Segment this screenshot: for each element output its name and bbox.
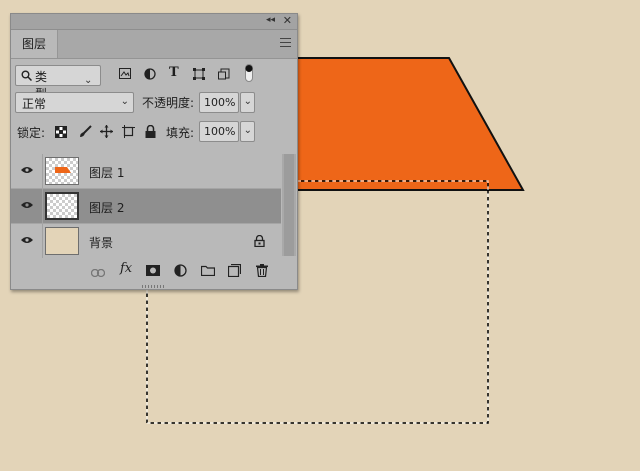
adjustment-filter-icon[interactable]: [144, 68, 156, 80]
layers-scrollbar[interactable]: [282, 154, 296, 256]
opacity-input[interactable]: 100%: [199, 92, 239, 113]
lock-label: 锁定:: [17, 126, 46, 140]
type-filter-icon[interactable]: T: [169, 65, 181, 80]
lock-artboard-icon[interactable]: [122, 125, 135, 141]
filter-toggle-icon[interactable]: [245, 64, 253, 82]
fill-label: 填充:: [166, 126, 195, 140]
layer-thumbnail: [45, 157, 79, 185]
chevron-down-icon: ⌄: [120, 96, 129, 107]
opacity-dropdown-button[interactable]: ⌄: [240, 92, 255, 113]
panel-titlebar[interactable]: ◂◂ ✕: [11, 14, 297, 30]
eye-icon: [21, 202, 33, 208]
layer-row-background[interactable]: 背景: [11, 224, 281, 258]
layer-row-layer-2[interactable]: 图层 2: [11, 189, 281, 224]
layer-name: 图层 2: [89, 201, 125, 215]
lock-icon: [254, 235, 265, 247]
scrollbar-thumb[interactable]: [284, 154, 294, 256]
layer-name: 图层 1: [89, 166, 125, 180]
trash-icon[interactable]: [256, 264, 268, 280]
visibility-toggle[interactable]: [11, 154, 43, 188]
visibility-toggle[interactable]: [11, 189, 43, 223]
lock-image-pixels-icon[interactable]: [79, 125, 92, 141]
panel-menu-icon[interactable]: [280, 38, 291, 47]
opacity-label: 不透明度:: [142, 96, 195, 110]
layers-list: 图层 1 图层 2 背景: [11, 154, 281, 258]
filter-kind-label: 类型: [35, 70, 48, 101]
fill-value: 100%: [204, 125, 236, 138]
close-panel-icon[interactable]: ✕: [283, 14, 292, 27]
eye-icon: [21, 237, 33, 243]
orange-trapezoid-shape: [259, 57, 525, 191]
shape-filter-icon[interactable]: [193, 68, 205, 80]
fill-dropdown-button[interactable]: ⌄: [240, 121, 255, 142]
layer-thumbnail: [45, 227, 79, 255]
layer-name: 背景: [89, 236, 114, 250]
link-icon[interactable]: [90, 266, 106, 280]
search-icon: [21, 70, 32, 81]
smart-object-filter-icon[interactable]: [218, 68, 230, 80]
lock-row: 锁定: 填充: 100% ⌄: [11, 119, 297, 149]
layer-row-layer-1[interactable]: 图层 1: [11, 154, 281, 189]
lock-position-icon[interactable]: [100, 125, 113, 141]
visibility-toggle[interactable]: [11, 224, 43, 258]
filter-kind-select[interactable]: 类型 ⌄: [15, 65, 101, 101]
fx-icon[interactable]: fx: [120, 261, 132, 276]
layers-bottom-toolbar: fx: [11, 257, 297, 285]
blend-row: 正常 ⌄ 不透明度: 100% ⌄: [11, 90, 297, 119]
fill-input[interactable]: 100%: [199, 121, 239, 142]
filter-row: 类型 ⌄ T: [11, 59, 297, 101]
folder-icon[interactable]: [200, 265, 216, 279]
lock-all-icon[interactable]: [145, 124, 156, 141]
collapse-panel-icon[interactable]: ◂◂: [266, 15, 275, 25]
chevron-down-icon: ⌄: [243, 125, 252, 136]
new-layer-icon[interactable]: [227, 263, 242, 280]
adjustment-layer-icon[interactable]: [174, 264, 187, 280]
blend-mode-value: 正常: [22, 97, 47, 111]
chevron-down-icon: ⌄: [243, 96, 252, 107]
layers-panel: ◂◂ ✕ 图层 类型 ⌄ T: [10, 13, 298, 290]
opacity-value: 100%: [204, 96, 236, 109]
layer-thumbnail: [45, 192, 79, 220]
resize-grip[interactable]: [142, 285, 164, 288]
mask-icon[interactable]: [146, 265, 160, 279]
blend-mode-select[interactable]: 正常 ⌄: [15, 92, 134, 113]
lock-transparent-pixels-icon[interactable]: [55, 126, 67, 141]
eye-icon: [21, 167, 33, 173]
chevron-down-icon: ⌄: [84, 75, 93, 86]
tab-layers[interactable]: 图层: [11, 30, 58, 58]
panel-tab-row: 图层: [11, 30, 297, 59]
pixel-filter-icon[interactable]: [119, 68, 131, 79]
